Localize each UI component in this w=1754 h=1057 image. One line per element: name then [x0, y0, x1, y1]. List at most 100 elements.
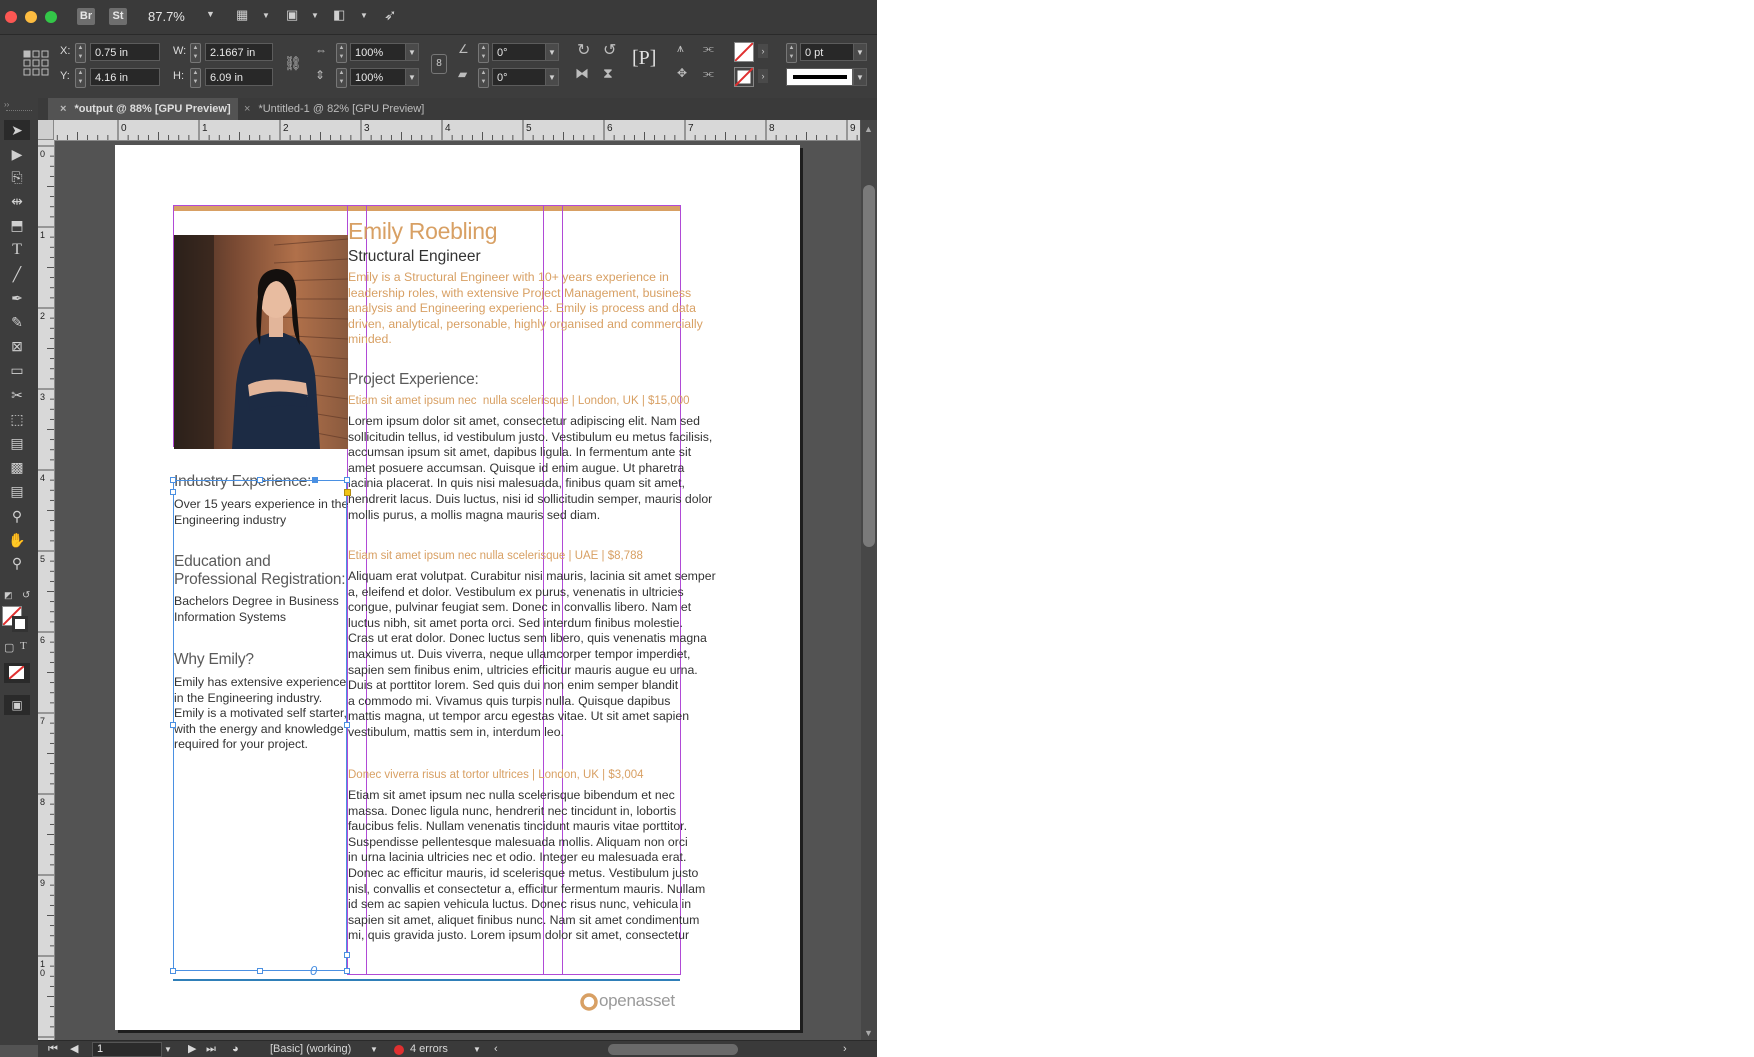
document-page[interactable]: Emily Roebling Structural Engineer Emily…: [115, 145, 800, 1030]
person-title[interactable]: Structural Engineer: [348, 248, 481, 266]
chevron-down-icon[interactable]: ▼: [545, 43, 559, 61]
gradient-swatch-tool-icon[interactable]: ▤: [4, 433, 30, 453]
ruler-origin[interactable]: [38, 120, 54, 140]
minimize-window-button[interactable]: [25, 11, 37, 23]
resize-handle[interactable]: [344, 722, 350, 728]
vertical-ruler[interactable]: 012345678910: [38, 140, 55, 1045]
resize-handle[interactable]: [170, 477, 176, 483]
next-page-icon[interactable]: ▶: [188, 1041, 196, 1057]
formatting-container-icon[interactable]: ▢: [4, 641, 14, 654]
zoom-level[interactable]: 87.7%: [148, 9, 185, 24]
bridge-button[interactable]: Br: [77, 8, 95, 25]
chevron-down-icon[interactable]: ▼: [405, 43, 419, 61]
project-title[interactable]: Etiam sit amet ipsum nec nulla scelerisq…: [348, 550, 643, 562]
flip-vertical-icon[interactable]: ⧗: [603, 65, 613, 82]
out-port-handle[interactable]: [170, 489, 176, 495]
rotate-counterclockwise-icon[interactable]: ↺: [603, 40, 616, 60]
scissors-tool-icon[interactable]: ✂: [4, 385, 30, 405]
hand-tool-icon[interactable]: ✋: [4, 530, 30, 550]
free-transform-tool-icon[interactable]: ⬚: [4, 409, 30, 429]
select-content-icon[interactable]: ✥: [677, 66, 687, 80]
fill-swatch[interactable]: [734, 42, 754, 62]
chevron-down-icon[interactable]: ▼: [853, 68, 867, 86]
previous-page-icon[interactable]: ◀: [70, 1041, 78, 1057]
panel-collapse-icon[interactable]: ››: [4, 100, 9, 109]
vertical-scroll-thumb[interactable]: [863, 185, 875, 547]
header-accent-bar[interactable]: [173, 206, 680, 211]
resize-handle[interactable]: [344, 477, 350, 483]
publish-online-icon[interactable]: ➶: [384, 6, 397, 24]
preflight-icon[interactable]: ◕: [232, 1041, 239, 1057]
h-field[interactable]: 6.09 in: [205, 68, 273, 86]
vertical-scrollbar[interactable]: ▲ ▼: [861, 120, 877, 1045]
select-next-icon[interactable]: ⫘: [703, 41, 714, 56]
y-stepper[interactable]: ▲ ▼: [75, 68, 86, 88]
scale-x-stepper[interactable]: ▲ ▼: [336, 43, 347, 63]
close-icon[interactable]: ×: [244, 103, 250, 115]
resize-handle[interactable]: [170, 722, 176, 728]
stroke-type-select[interactable]: [786, 68, 853, 86]
zoom-tool-icon[interactable]: ⚲: [4, 553, 30, 573]
gap-tool-icon[interactable]: ⇹: [4, 191, 30, 211]
horizontal-ruler[interactable]: 0 1 2 3 4 5 6 7 8 9: [38, 120, 860, 141]
scroll-left-arrow[interactable]: ‹: [494, 1041, 498, 1057]
direct-selection-tool-icon[interactable]: ▶: [4, 144, 30, 164]
stroke-color-swatch[interactable]: [12, 616, 28, 632]
project-title[interactable]: Donec viverra risus at tortor ultrices |…: [348, 769, 644, 781]
flip-horizontal-icon[interactable]: ⧓: [575, 65, 589, 82]
scale-x-field[interactable]: 100%: [350, 43, 406, 61]
chevron-down-icon[interactable]: ▼: [206, 9, 215, 19]
tab-output[interactable]: × *output @ 88% [GPU Preview]: [48, 98, 238, 120]
in-port-handle[interactable]: [312, 477, 318, 483]
last-page-icon[interactable]: ⏭: [206, 1041, 216, 1057]
select-container-icon[interactable]: ⩚: [677, 41, 684, 56]
w-field[interactable]: 2.1667 in: [205, 43, 273, 61]
note-tool-icon[interactable]: ▤: [4, 481, 30, 501]
horizontal-scroll-thumb[interactable]: [608, 1044, 738, 1055]
stroke-swatch[interactable]: [734, 67, 754, 87]
page-number-field[interactable]: 1: [92, 1042, 162, 1057]
chevron-down-icon[interactable]: ▼: [405, 68, 419, 86]
shear-stepper[interactable]: ▲ ▼: [478, 68, 489, 88]
page-tool-icon[interactable]: ⎘: [4, 167, 30, 187]
apply-none-button[interactable]: [4, 663, 30, 683]
x-stepper[interactable]: ▲ ▼: [75, 43, 86, 63]
shear-field[interactable]: 0°: [492, 68, 546, 86]
link-scale-icon[interactable]: 8: [431, 54, 447, 74]
project-experience-heading[interactable]: Project Experience:: [348, 371, 479, 389]
resize-handle[interactable]: [344, 968, 350, 974]
chevron-down-icon[interactable]: ▼: [262, 11, 270, 20]
rectangle-frame-tool-icon[interactable]: ⊠: [4, 336, 30, 356]
screen-mode-icon[interactable]: ▣: [286, 7, 298, 23]
y-field[interactable]: 4.16 in: [90, 68, 160, 86]
stock-button[interactable]: St: [109, 8, 127, 25]
scale-y-field[interactable]: 100%: [350, 68, 406, 86]
formatting-text-icon[interactable]: T: [20, 640, 27, 652]
select-previous-icon[interactable]: ⫘: [703, 66, 714, 81]
chevron-down-icon[interactable]: ▼: [311, 11, 319, 20]
selection-tool-icon[interactable]: ➤: [4, 120, 30, 140]
line-tool-icon[interactable]: ╱: [4, 264, 30, 284]
person-name[interactable]: Emily Roebling: [348, 218, 498, 245]
rectangle-tool-icon[interactable]: ▭: [4, 360, 30, 380]
rotate-stepper[interactable]: ▲ ▼: [478, 43, 489, 63]
out-port-handle[interactable]: [344, 952, 350, 958]
resize-handle[interactable]: [257, 968, 263, 974]
chevron-down-icon[interactable]: ▼: [853, 43, 867, 61]
screen-mode-icon[interactable]: ▣: [4, 695, 30, 715]
scroll-right-arrow[interactable]: ›: [843, 1041, 847, 1057]
default-colors-icon[interactable]: ◩: [4, 590, 13, 601]
chevron-down-icon[interactable]: ▼: [473, 1041, 481, 1057]
tab-untitled[interactable]: × *Untitled-1 @ 82% [GPU Preview]: [244, 98, 484, 120]
constrain-proportions-icon[interactable]: ⛓: [284, 55, 302, 72]
preflight-profile[interactable]: [Basic] (working): [270, 1041, 351, 1057]
footer-rule[interactable]: [173, 979, 680, 981]
stroke-weight-field[interactable]: 0 pt: [800, 43, 854, 61]
zoom-window-button[interactable]: [45, 11, 57, 23]
error-count[interactable]: 4 errors: [410, 1041, 448, 1057]
gradient-feather-tool-icon[interactable]: ▩: [4, 457, 30, 477]
scroll-down-arrow[interactable]: ▼: [864, 1028, 873, 1038]
view-options-icon[interactable]: ▦: [236, 7, 248, 23]
chevron-down-icon[interactable]: ▼: [360, 11, 368, 20]
rotate-clockwise-icon[interactable]: ↻: [577, 40, 590, 60]
